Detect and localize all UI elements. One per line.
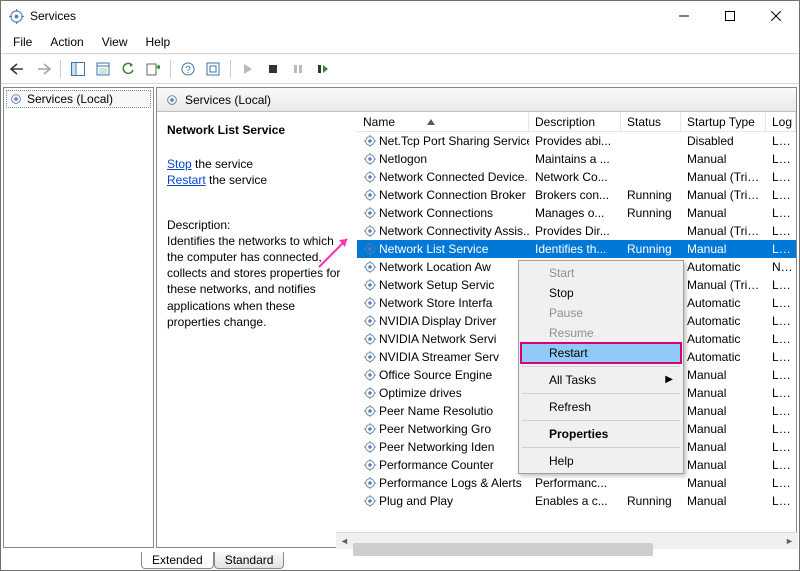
menubar: File Action View Help	[1, 31, 799, 54]
pause-service-button[interactable]	[287, 58, 309, 80]
menu-view[interactable]: View	[94, 33, 136, 51]
scroll-right-button[interactable]: ►	[781, 533, 798, 550]
col-logon[interactable]: Log	[766, 112, 796, 131]
maximize-button[interactable]	[707, 1, 753, 31]
ctx-properties[interactable]: Properties	[521, 424, 681, 444]
table-row[interactable]: Plug and PlayEnables a c...RunningManual…	[357, 492, 796, 510]
titlebar: Services	[1, 1, 799, 31]
refresh-button[interactable]	[117, 58, 139, 80]
detail-pane: Network List Service Stop the service Re…	[157, 112, 357, 547]
ctx-refresh[interactable]: Refresh	[521, 397, 681, 417]
minimize-button[interactable]	[661, 1, 707, 31]
horizontal-scrollbar[interactable]: ◄ ►	[336, 532, 798, 549]
col-status[interactable]: Status	[621, 112, 681, 131]
back-button[interactable]	[7, 58, 29, 80]
ctx-restart[interactable]: Restart	[521, 343, 681, 363]
start-service-button[interactable]	[237, 58, 259, 80]
menu-file[interactable]: File	[5, 33, 40, 51]
restart-link[interactable]: Restart	[167, 173, 206, 187]
stop-link[interactable]: Stop	[167, 157, 192, 171]
grid-header: Name Description Status Startup Type Log	[357, 112, 796, 132]
services-window: Services File Action View Help ?	[0, 0, 800, 571]
ctx-start: Start	[521, 263, 681, 283]
tree-root-item[interactable]: Services (Local)	[6, 90, 151, 108]
col-startup[interactable]: Startup Type	[681, 112, 766, 131]
help-button[interactable]: ?	[177, 58, 199, 80]
table-row[interactable]: Network List ServiceIdentifies th...Runn…	[357, 240, 796, 258]
col-name[interactable]: Name	[357, 112, 529, 131]
forward-button[interactable]	[32, 58, 54, 80]
ctx-pause: Pause	[521, 303, 681, 323]
pane-title: Services (Local)	[185, 93, 271, 107]
right-pane: Services (Local) Network List Service St…	[156, 87, 797, 548]
close-button[interactable]	[753, 1, 799, 31]
context-menu: Start Stop Pause Resume Restart All Task…	[518, 260, 684, 474]
col-description[interactable]: Description	[529, 112, 621, 131]
svg-text:?: ?	[185, 65, 191, 76]
scroll-left-button[interactable]: ◄	[336, 533, 353, 550]
table-row[interactable]: Network Connected Device...Network Co...…	[357, 168, 796, 186]
submenu-arrow-icon: ▶	[665, 374, 673, 385]
tab-standard[interactable]: Standard	[214, 552, 285, 569]
help-topics-button[interactable]	[202, 58, 224, 80]
sort-asc-icon	[427, 119, 435, 125]
tree-root-label: Services (Local)	[27, 92, 113, 106]
properties-button[interactable]	[92, 58, 114, 80]
gear-icon	[9, 92, 23, 106]
gear-icon	[165, 93, 179, 107]
show-hide-tree-button[interactable]	[67, 58, 89, 80]
tab-extended[interactable]: Extended	[141, 552, 214, 569]
scroll-thumb[interactable]	[353, 543, 653, 556]
toolbar: ?	[1, 54, 799, 84]
window-title: Services	[30, 9, 661, 23]
table-row[interactable]: Performance Logs & AlertsPerformanc...Ma…	[357, 474, 796, 492]
restart-service-button[interactable]	[312, 58, 334, 80]
tree-pane[interactable]: Services (Local)	[3, 87, 154, 548]
menu-help[interactable]: Help	[138, 33, 179, 51]
gear-icon	[9, 9, 24, 24]
table-row[interactable]: Network ConnectionsManages o...RunningMa…	[357, 204, 796, 222]
menu-action[interactable]: Action	[42, 33, 91, 51]
table-row[interactable]: Network Connection BrokerBrokers con...R…	[357, 186, 796, 204]
desc-label: Description:	[167, 217, 347, 233]
desc-text: Identifies the networks to which the com…	[167, 233, 347, 330]
table-row[interactable]: NetlogonMaintains a ...ManualLoc	[357, 150, 796, 168]
selected-service-name: Network List Service	[167, 122, 347, 138]
table-row[interactable]: Network Connectivity Assis...Provides Di…	[357, 222, 796, 240]
stop-service-button[interactable]	[262, 58, 284, 80]
pane-header: Services (Local)	[157, 88, 796, 112]
ctx-stop[interactable]: Stop	[521, 283, 681, 303]
ctx-all-tasks[interactable]: All Tasks▶	[521, 370, 681, 390]
export-button[interactable]	[142, 58, 164, 80]
ctx-resume: Resume	[521, 323, 681, 343]
ctx-help[interactable]: Help	[521, 451, 681, 471]
table-row[interactable]: Net.Tcp Port Sharing ServiceProvides abi…	[357, 132, 796, 150]
